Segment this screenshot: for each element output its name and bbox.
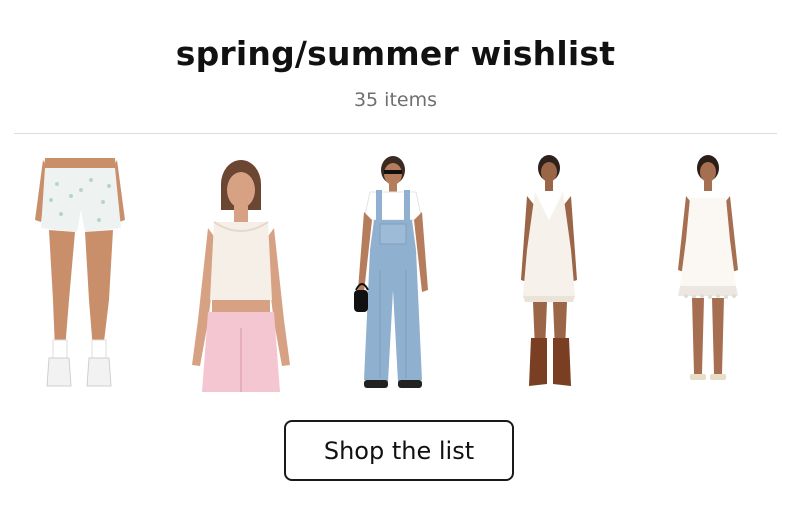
divider bbox=[14, 133, 777, 134]
wishlist-title: spring/summer wishlist bbox=[175, 34, 616, 73]
product-image-lace-shorts[interactable] bbox=[5, 150, 155, 400]
wishlist-card: spring/summer wishlist 35 items Shop the… bbox=[0, 0, 791, 517]
shop-the-list-button[interactable]: Shop the list bbox=[284, 420, 514, 481]
product-image-denim-overalls[interactable] bbox=[318, 150, 468, 400]
item-count: 35 items bbox=[353, 89, 438, 111]
product-image-tank-pink-pants[interactable] bbox=[158, 150, 308, 400]
product-image-white-lace-slip-dress[interactable] bbox=[632, 150, 782, 400]
product-row bbox=[0, 150, 791, 400]
product-image-white-halter-dress[interactable] bbox=[475, 150, 625, 400]
